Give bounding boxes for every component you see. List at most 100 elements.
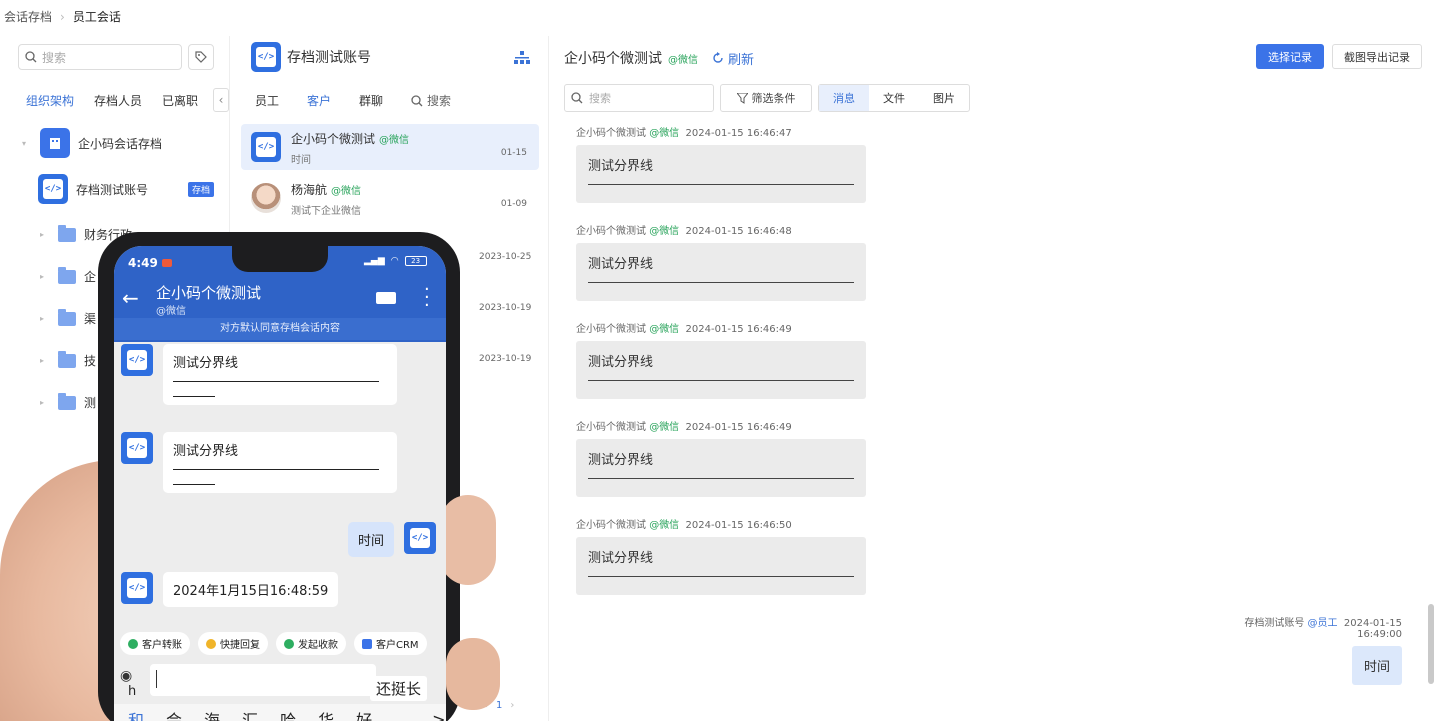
tab-files[interactable]: 文件 <box>869 85 919 111</box>
sitemap-icon[interactable] <box>514 50 530 69</box>
phone-chat-sub: @微信 <box>156 306 186 317</box>
conversation-search[interactable]: 搜索 <box>411 92 451 109</box>
collapse-sidebar-button[interactable]: ‹ <box>213 88 229 112</box>
conversation-item-selected[interactable]: </> 企小码个微测试 @微信 时间 01-15 <box>241 124 539 170</box>
message-bubble[interactable]: 测试分界线 <box>576 145 866 203</box>
phone-message-bubble[interactable]: 2024年1月15日16:48:59 <box>163 572 339 607</box>
wechat-tag: @微信 <box>649 128 680 139</box>
message-time: 2024-01-15 16:46:48 <box>685 226 792 237</box>
chip-collect-payment[interactable]: 发起收款 <box>276 632 346 655</box>
ime-candidate[interactable]: 和 <box>128 707 144 721</box>
phone-self-bubble[interactable]: 时间 <box>348 522 395 557</box>
record-search-input[interactable]: 搜索 <box>564 84 714 112</box>
divider-line <box>588 478 854 479</box>
tag-icon <box>195 51 207 63</box>
conversation-date: 2023-10-25 <box>479 252 532 262</box>
chip-customer-crm[interactable]: 客户CRM <box>354 632 427 655</box>
tab-messages[interactable]: 消息 <box>819 85 869 111</box>
scrollbar[interactable] <box>1428 604 1434 684</box>
message-item: 企小码个微测试 @微信 2024-01-15 16:46:48 测试分界线 <box>576 222 866 301</box>
conversation-preview: 时间 <box>291 155 311 166</box>
message-meta: 企小码个微测试 @微信 2024-01-15 16:46:49 <box>576 320 866 335</box>
export-screenshot-button[interactable]: 截图导出记录 <box>1332 44 1422 69</box>
caret-right-icon: ▸ <box>40 356 45 365</box>
message-bubble[interactable]: 测试分界线 <box>576 243 866 301</box>
message-time: 2024-01-15 16:46:49 <box>685 422 792 433</box>
breadcrumb-root[interactable]: 会话存档 <box>4 8 52 25</box>
phone-message-bubble[interactable]: 测试分界线 <box>163 344 397 405</box>
archive-notice: 对方默认同意存档会话内容 <box>114 318 446 340</box>
tree-folder[interactable]: ▸ 渠 <box>40 308 96 327</box>
message-item: 企小码个微测试 @微信 2024-01-15 16:46:49 测试分界线 <box>576 418 866 497</box>
ime-candidate[interactable]: 汇 <box>242 707 258 721</box>
phone-message-text: 测试分界线 <box>173 444 239 459</box>
back-arrow-icon[interactable]: ← <box>122 286 139 310</box>
tree-org-root[interactable]: ▾ 企小码会话存档 <box>22 128 162 158</box>
phone-message-bubble[interactable]: 测试分界线 <box>163 432 397 493</box>
reply-icon <box>206 638 216 649</box>
conversation-item[interactable]: 杨海航 @微信 测试下企业微信 01-09 <box>241 175 539 221</box>
page-number[interactable]: 1 <box>496 700 502 711</box>
transfer-icon <box>128 638 138 649</box>
ime-expand-icon[interactable]: > <box>432 710 445 721</box>
tab-employee[interactable]: 员工 <box>255 92 279 109</box>
tree-folder[interactable]: ▸ 测 <box>40 392 97 411</box>
chip-customer-transfer[interactable]: 客户转账 <box>120 632 190 655</box>
tree-folder[interactable]: ▸ 技 <box>40 350 96 369</box>
tab-archived-staff[interactable]: 存档人员 <box>94 92 142 109</box>
tab-customer[interactable]: 客户 <box>307 92 331 109</box>
filter-button[interactable]: 筛选条件 <box>720 84 812 112</box>
ime-candidate[interactable]: 哈 <box>280 707 296 721</box>
ime-candidate-bar: 和 会 海 汇 哈 华 好 … > <box>114 704 446 721</box>
self-message-bubble[interactable]: 时间 <box>1351 646 1402 685</box>
hand-finger-image <box>440 495 496 585</box>
tab-org-structure[interactable]: 组织架构 <box>26 92 74 109</box>
tag-filter-button[interactable] <box>188 44 214 70</box>
divider-line <box>173 396 215 397</box>
mid-header: </> 存档测试账号 <box>251 42 371 72</box>
message-bubble[interactable]: 测试分界线 <box>576 341 866 399</box>
select-records-button[interactable]: 选择记录 <box>1256 44 1324 69</box>
conversation-name: 杨海航 <box>291 183 328 197</box>
chevron-left-icon: ‹ <box>218 93 224 107</box>
ime-candidate[interactable]: 会 <box>166 707 182 721</box>
message-bubble[interactable]: 测试分界线 <box>576 537 866 595</box>
ime-candidate[interactable]: 海 <box>204 707 220 721</box>
hand-finger-image <box>446 638 500 710</box>
refresh-button[interactable]: 刷新 <box>712 49 754 68</box>
caret-right-icon: ▸ <box>40 314 45 323</box>
chip-label: 发起收款 <box>298 640 338 651</box>
conversation-search-label: 搜索 <box>427 94 452 108</box>
next-page-icon[interactable]: › <box>510 700 514 711</box>
breadcrumb-current: 员工会话 <box>72 10 121 24</box>
tab-images[interactable]: 图片 <box>919 85 969 111</box>
tree-folder[interactable]: ▸ 企 <box>40 266 96 285</box>
search-icon <box>571 92 583 104</box>
wechat-tag: @微信 <box>379 135 410 146</box>
message-time: 2024-01-15 16:49:00 <box>1343 618 1402 640</box>
ime-candidate[interactable]: … <box>394 710 410 721</box>
voice-icon[interactable]: ◉ <box>120 668 132 684</box>
message-bubble[interactable]: 测试分界线 <box>576 439 866 497</box>
ime-candidate[interactable]: 华 <box>318 707 334 721</box>
folder-icon <box>58 224 76 242</box>
more-vertical-icon[interactable]: · · · <box>424 281 430 315</box>
chip-label: 客户转账 <box>142 640 182 651</box>
ime-suggestion[interactable]: 还挺长 <box>370 676 428 701</box>
phone-status-time: 4:49 <box>128 256 172 270</box>
ime-candidate[interactable]: 好 <box>356 707 372 721</box>
video-call-icon[interactable] <box>376 292 396 304</box>
tab-group[interactable]: 群聊 <box>359 92 383 109</box>
code-logo-icon: </> <box>121 344 153 376</box>
conversation-preview: 测试下企业微信 <box>291 206 361 217</box>
message-meta: 企小码个微测试 @微信 2024-01-15 16:46:50 <box>576 516 866 531</box>
tree-account[interactable]: </> 存档测试账号 存档 <box>38 174 214 204</box>
folder-icon <box>58 350 76 368</box>
folder-label: 测 <box>84 396 97 410</box>
wechat-tag: @微信 <box>649 324 680 335</box>
wifi-icon: ◠ <box>390 256 399 266</box>
tab-resigned[interactable]: 已离职 <box>162 92 198 109</box>
phone-message-input[interactable] <box>150 664 376 696</box>
chip-quick-reply[interactable]: 快捷回复 <box>198 632 268 655</box>
org-search-input[interactable]: 搜索 <box>18 44 182 70</box>
